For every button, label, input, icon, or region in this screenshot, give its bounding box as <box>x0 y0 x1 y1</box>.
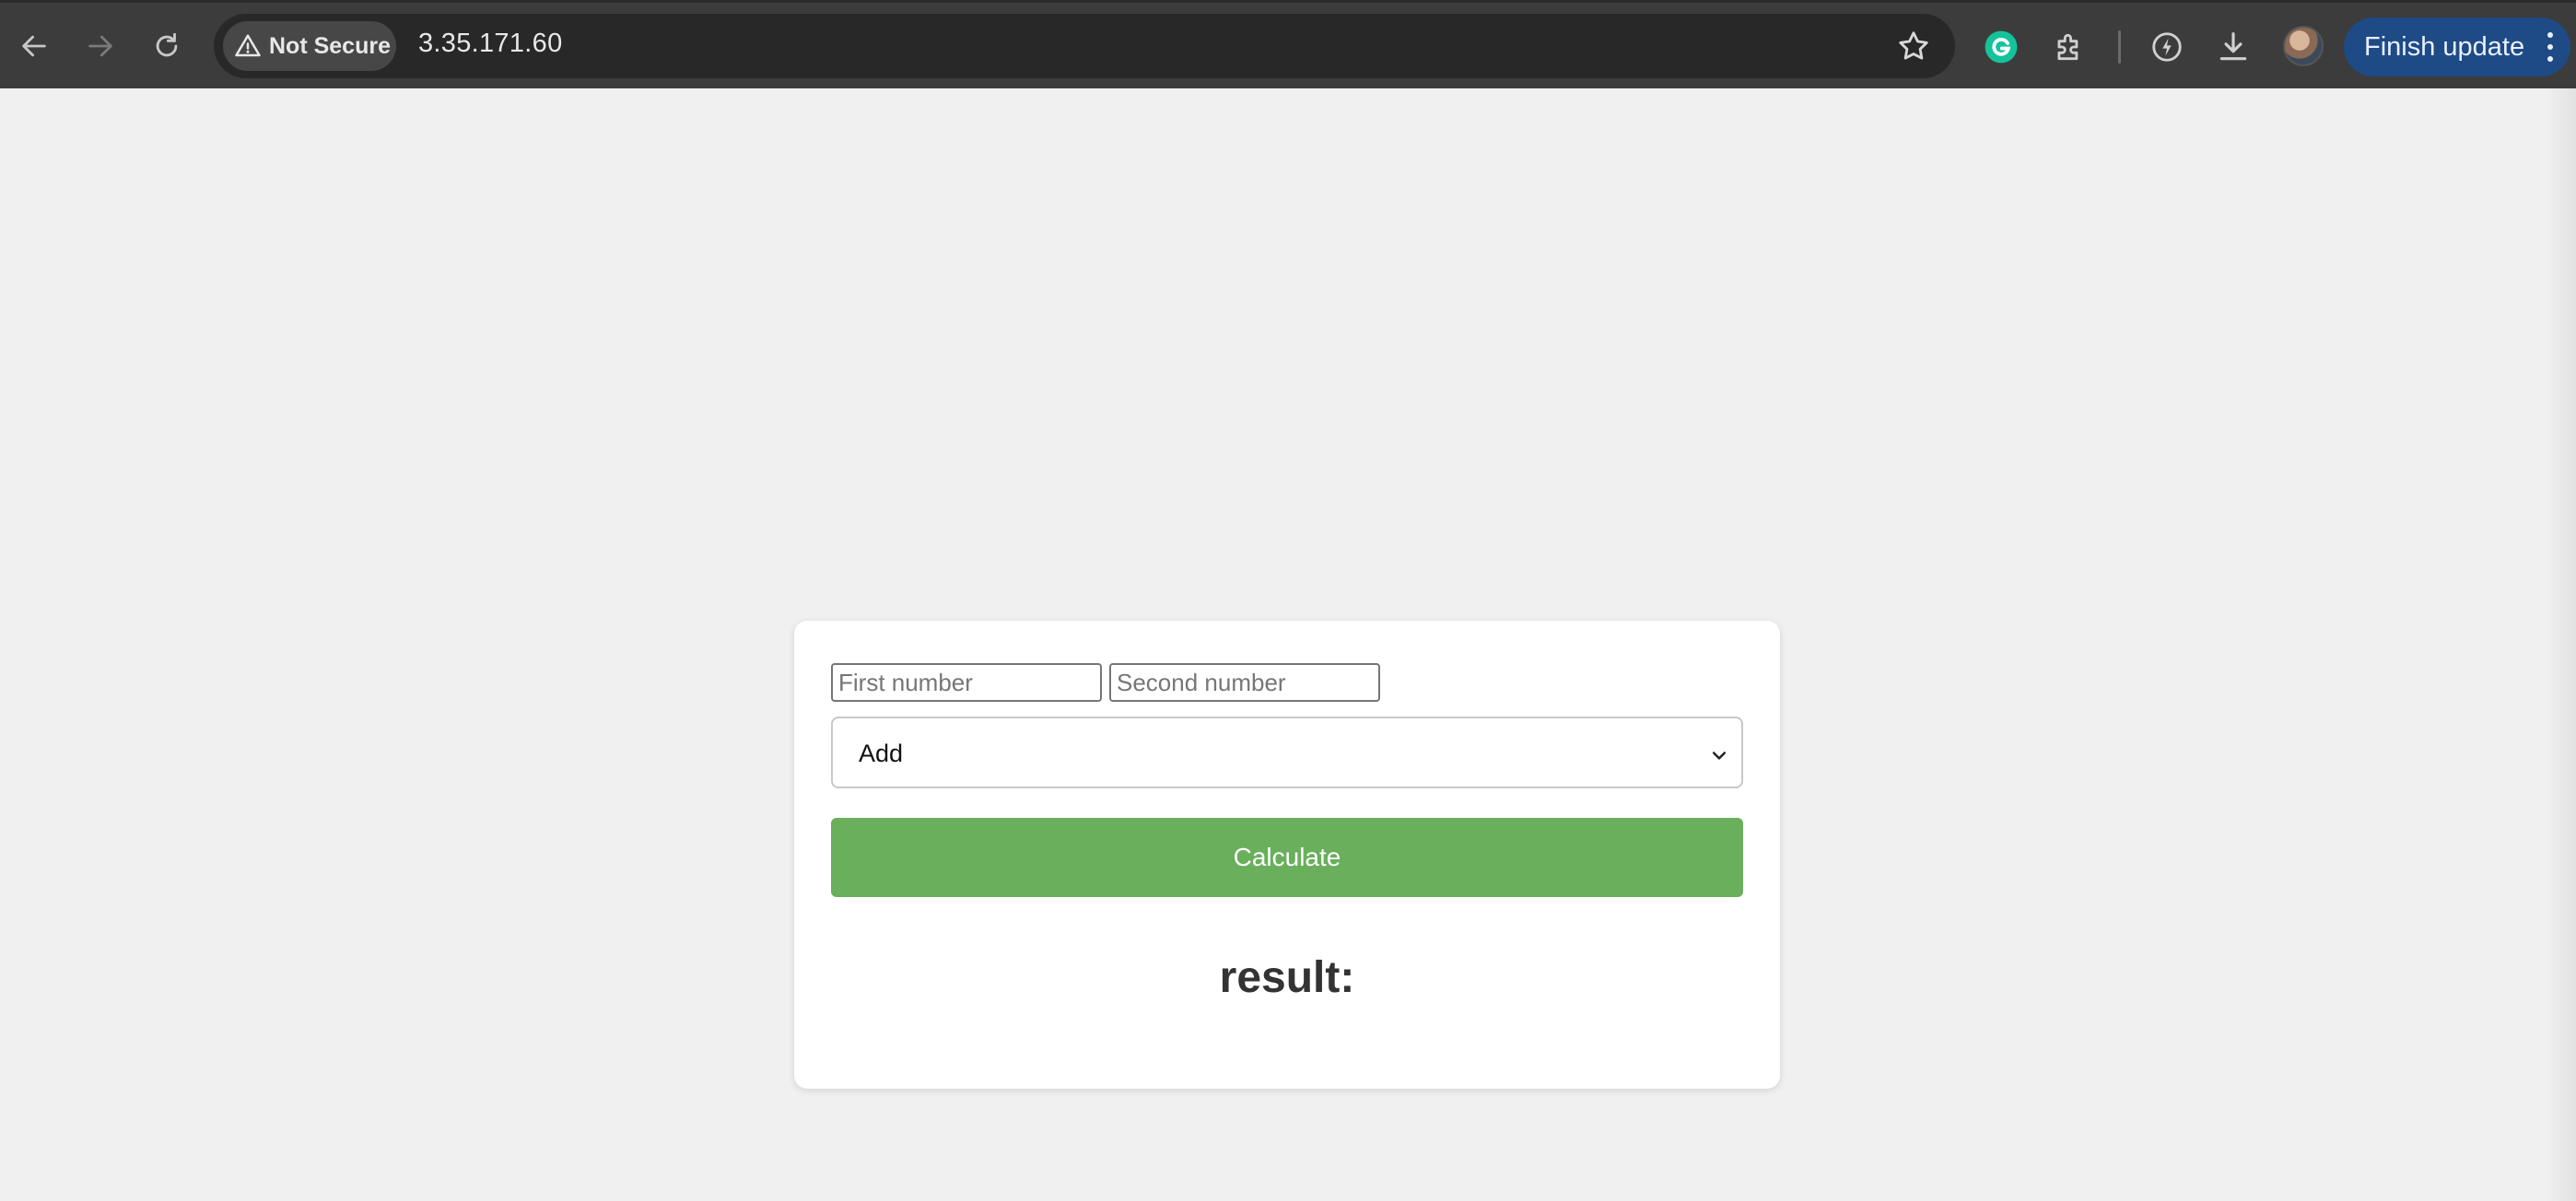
back-arrow-icon <box>22 35 46 57</box>
chevron-down-icon <box>1712 752 1727 760</box>
reload-icon <box>156 32 178 57</box>
forward-arrow-icon <box>88 35 112 57</box>
finish-update-button[interactable]: Finish update <box>2344 17 2570 76</box>
calculate-button[interactable]: Calculate <box>831 818 1743 897</box>
operation-select[interactable]: Add <box>831 717 1743 788</box>
finish-update-label: Finish update <box>2364 31 2525 62</box>
performance-icon <box>2152 32 2182 62</box>
toolbar-divider <box>2118 30 2121 64</box>
grammarly-icon <box>1985 30 2018 64</box>
more-menu-icon[interactable] <box>2547 32 2554 62</box>
scroll-edge <box>2545 88 2576 1201</box>
url-text: 3.35.171.60 <box>418 29 563 58</box>
reload-button[interactable] <box>146 25 188 67</box>
site-info-chip[interactable]: Not Secure <box>223 21 396 71</box>
browser-toolbar: Not Secure 3.35.171.60 Finish update <box>0 0 2576 88</box>
profile-avatar[interactable] <box>2283 26 2324 66</box>
operation-selected-value: Add <box>859 740 904 767</box>
download-icon <box>2219 32 2247 61</box>
address-bar[interactable]: Not Secure 3.35.171.60 <box>214 14 1955 78</box>
star-icon[interactable] <box>1896 29 1931 64</box>
back-button[interactable] <box>13 25 55 67</box>
downloads-button[interactable] <box>2213 27 2254 67</box>
warning-icon <box>235 34 261 57</box>
result-label: result: <box>1219 953 1355 1002</box>
first-number-input[interactable] <box>831 663 1102 702</box>
second-number-input[interactable] <box>1109 663 1380 702</box>
extensions-icon <box>2057 33 2078 61</box>
forward-button[interactable] <box>79 25 122 67</box>
extensions-button[interactable] <box>2049 27 2090 67</box>
grammarly-extension[interactable] <box>1981 27 2021 67</box>
performance-button[interactable] <box>2147 27 2187 67</box>
security-label: Not Secure <box>269 32 391 59</box>
calculator-card: Add Calculate result: <box>794 621 1780 1089</box>
